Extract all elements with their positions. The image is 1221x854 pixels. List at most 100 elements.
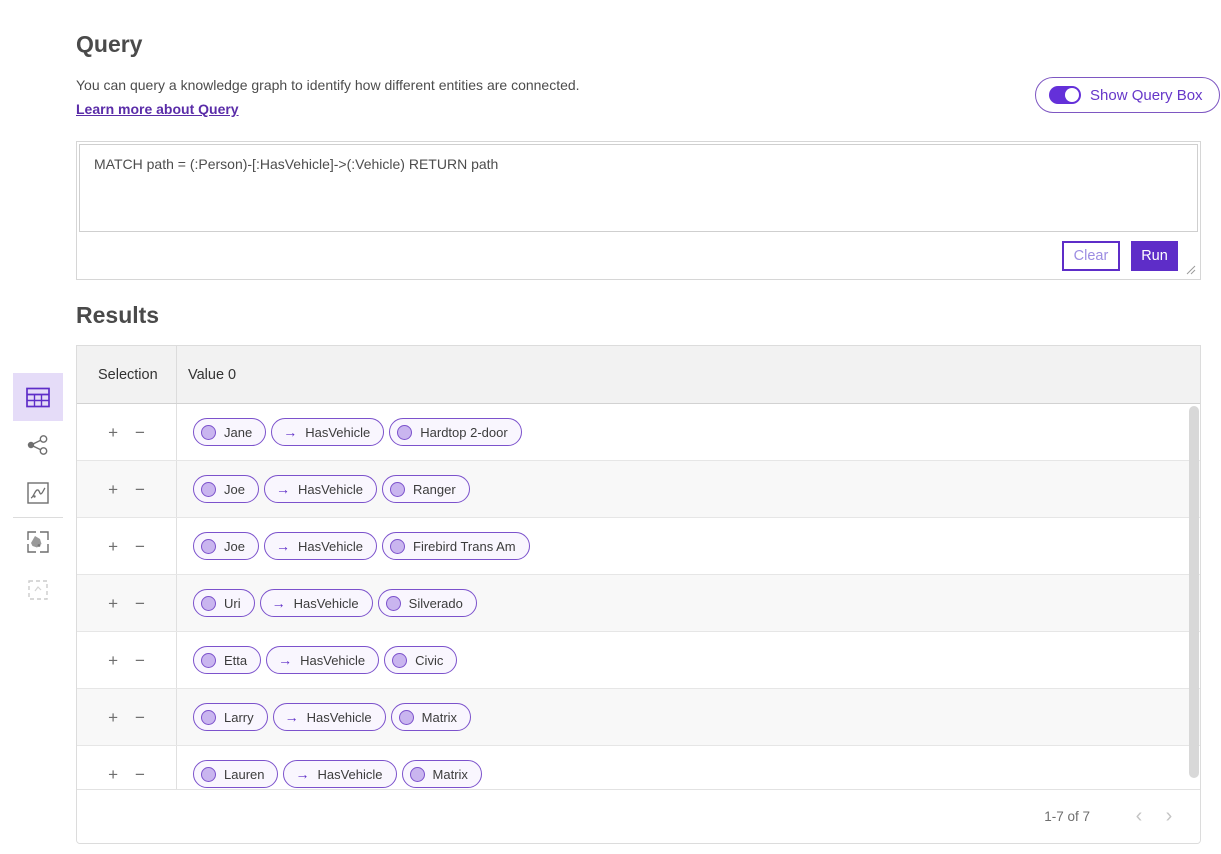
edge-pill[interactable]: → HasVehicle	[271, 418, 384, 446]
remove-from-selection-button[interactable]: −	[133, 650, 147, 671]
node-label: Matrix	[422, 710, 457, 725]
toggle-knob	[1065, 88, 1079, 102]
edge-label: HasVehicle	[307, 710, 372, 725]
node-pill[interactable]: Matrix	[402, 760, 482, 788]
edge-pill[interactable]: → HasVehicle	[283, 760, 396, 788]
edge-pill[interactable]: → HasVehicle	[260, 589, 373, 617]
node-pill[interactable]: Matrix	[391, 703, 471, 731]
node-label: Civic	[415, 653, 443, 668]
node-label: Hardtop 2-door	[420, 425, 507, 440]
remove-from-selection-button[interactable]: −	[133, 479, 147, 500]
table-header-row: Selection Value 0	[77, 346, 1200, 404]
sidebar-item-chart-view[interactable]	[13, 469, 63, 517]
table-row: + − Jane → HasVehicle Hardtop 2-door	[77, 404, 1200, 461]
query-actions: Clear Run	[77, 232, 1200, 279]
query-box: MATCH path = (:Person)-[:HasVehicle]->(:…	[76, 141, 1201, 280]
add-to-selection-button[interactable]: +	[106, 764, 120, 785]
pagination-prev-button[interactable]: ‹	[1124, 805, 1154, 828]
arrow-right-icon: →	[272, 596, 286, 610]
node-label: Ranger	[413, 482, 456, 497]
pagination-next-button[interactable]: ›	[1154, 805, 1184, 828]
node-circle-icon	[201, 767, 216, 782]
node-pill[interactable]: Ranger	[382, 475, 470, 503]
row-value-cell: Joe → HasVehicle Ranger	[177, 461, 1200, 517]
edge-pill[interactable]: → HasVehicle	[264, 532, 377, 560]
node-label: Joe	[224, 539, 245, 554]
node-label: Etta	[224, 653, 247, 668]
add-to-selection-button[interactable]: +	[106, 650, 120, 671]
column-header-value0: Value 0	[177, 346, 1200, 403]
arrow-right-icon: →	[285, 710, 299, 724]
table-footer: 1-7 of 7 ‹ ›	[77, 789, 1200, 843]
sidebar-item-table-view[interactable]	[13, 373, 63, 421]
link-chart-view-icon	[25, 433, 51, 457]
query-page: Query You can query a knowledge graph to…	[0, 0, 1221, 854]
node-pill[interactable]: Firebird Trans Am	[382, 532, 530, 560]
table-row: + − Uri → HasVehicle Silverado	[77, 575, 1200, 632]
node-circle-icon	[201, 710, 216, 725]
node-label: Firebird Trans Am	[413, 539, 516, 554]
table-row: + − Lauren → HasVehicle Matrix	[77, 746, 1200, 791]
node-pill[interactable]: Uri	[193, 589, 255, 617]
node-circle-icon	[386, 596, 401, 611]
node-label: Joe	[224, 482, 245, 497]
table-scrollbar[interactable]	[1189, 406, 1199, 778]
node-pill[interactable]: Civic	[384, 646, 457, 674]
row-selection-cell: + −	[77, 632, 177, 688]
sidebar-item-map-view[interactable]	[13, 518, 63, 566]
node-pill[interactable]: Silverado	[378, 589, 477, 617]
node-pill[interactable]: Etta	[193, 646, 261, 674]
remove-from-selection-button[interactable]: −	[133, 536, 147, 557]
row-value-cell: Larry → HasVehicle Matrix	[177, 689, 1200, 745]
remove-from-selection-button[interactable]: −	[133, 593, 147, 614]
node-pill[interactable]: Joe	[193, 475, 259, 503]
node-pill[interactable]: Joe	[193, 532, 259, 560]
row-selection-cell: + −	[77, 689, 177, 745]
node-pill[interactable]: Jane	[193, 418, 266, 446]
edge-pill[interactable]: → HasVehicle	[273, 703, 386, 731]
map-view-icon	[26, 530, 50, 554]
remove-from-selection-button[interactable]: −	[133, 422, 147, 443]
query-input[interactable]: MATCH path = (:Person)-[:HasVehicle]->(:…	[79, 144, 1198, 232]
learn-more-link[interactable]: Learn more about Query	[76, 101, 239, 117]
row-value-cell: Lauren → HasVehicle Matrix	[177, 746, 1200, 791]
node-label: Silverado	[409, 596, 463, 611]
node-circle-icon	[201, 482, 216, 497]
node-circle-icon	[201, 539, 216, 554]
add-to-selection-button[interactable]: +	[106, 593, 120, 614]
node-pill[interactable]: Hardtop 2-door	[389, 418, 521, 446]
view-switcher-sidebar	[13, 373, 63, 614]
arrow-right-icon: →	[276, 539, 290, 553]
remove-from-selection-button[interactable]: −	[133, 764, 147, 785]
node-pill[interactable]: Lauren	[193, 760, 278, 788]
edge-label: HasVehicle	[300, 653, 365, 668]
node-circle-icon	[397, 425, 412, 440]
edge-label: HasVehicle	[298, 482, 363, 497]
row-selection-cell: + −	[77, 461, 177, 517]
run-button[interactable]: Run	[1131, 241, 1178, 271]
arrow-right-icon: →	[278, 653, 292, 667]
row-selection-cell: + −	[77, 518, 177, 574]
clear-button[interactable]: Clear	[1062, 241, 1120, 271]
add-to-selection-button[interactable]: +	[106, 479, 120, 500]
arrow-right-icon: →	[295, 767, 309, 781]
edge-pill[interactable]: → HasVehicle	[266, 646, 379, 674]
chart-view-icon	[26, 481, 50, 505]
node-circle-icon	[201, 425, 216, 440]
row-value-cell: Etta → HasVehicle Civic	[177, 632, 1200, 688]
table-view-icon	[25, 386, 51, 409]
node-pill[interactable]: Larry	[193, 703, 268, 731]
add-to-selection-button[interactable]: +	[106, 536, 120, 557]
table-row: + − Joe → HasVehicle Firebird Trans Am	[77, 518, 1200, 575]
show-query-box-toggle[interactable]: Show Query Box	[1035, 77, 1220, 113]
add-to-selection-button[interactable]: +	[106, 707, 120, 728]
add-to-selection-button[interactable]: +	[106, 422, 120, 443]
sidebar-item-link-chart-view[interactable]	[13, 421, 63, 469]
results-table: Selection Value 0 + − Jane → HasVehicle …	[76, 345, 1201, 844]
node-circle-icon	[390, 482, 405, 497]
arrow-right-icon: →	[276, 482, 290, 496]
edge-pill[interactable]: → HasVehicle	[264, 475, 377, 503]
node-label: Lauren	[224, 767, 264, 782]
remove-from-selection-button[interactable]: −	[133, 707, 147, 728]
edge-label: HasVehicle	[298, 539, 363, 554]
